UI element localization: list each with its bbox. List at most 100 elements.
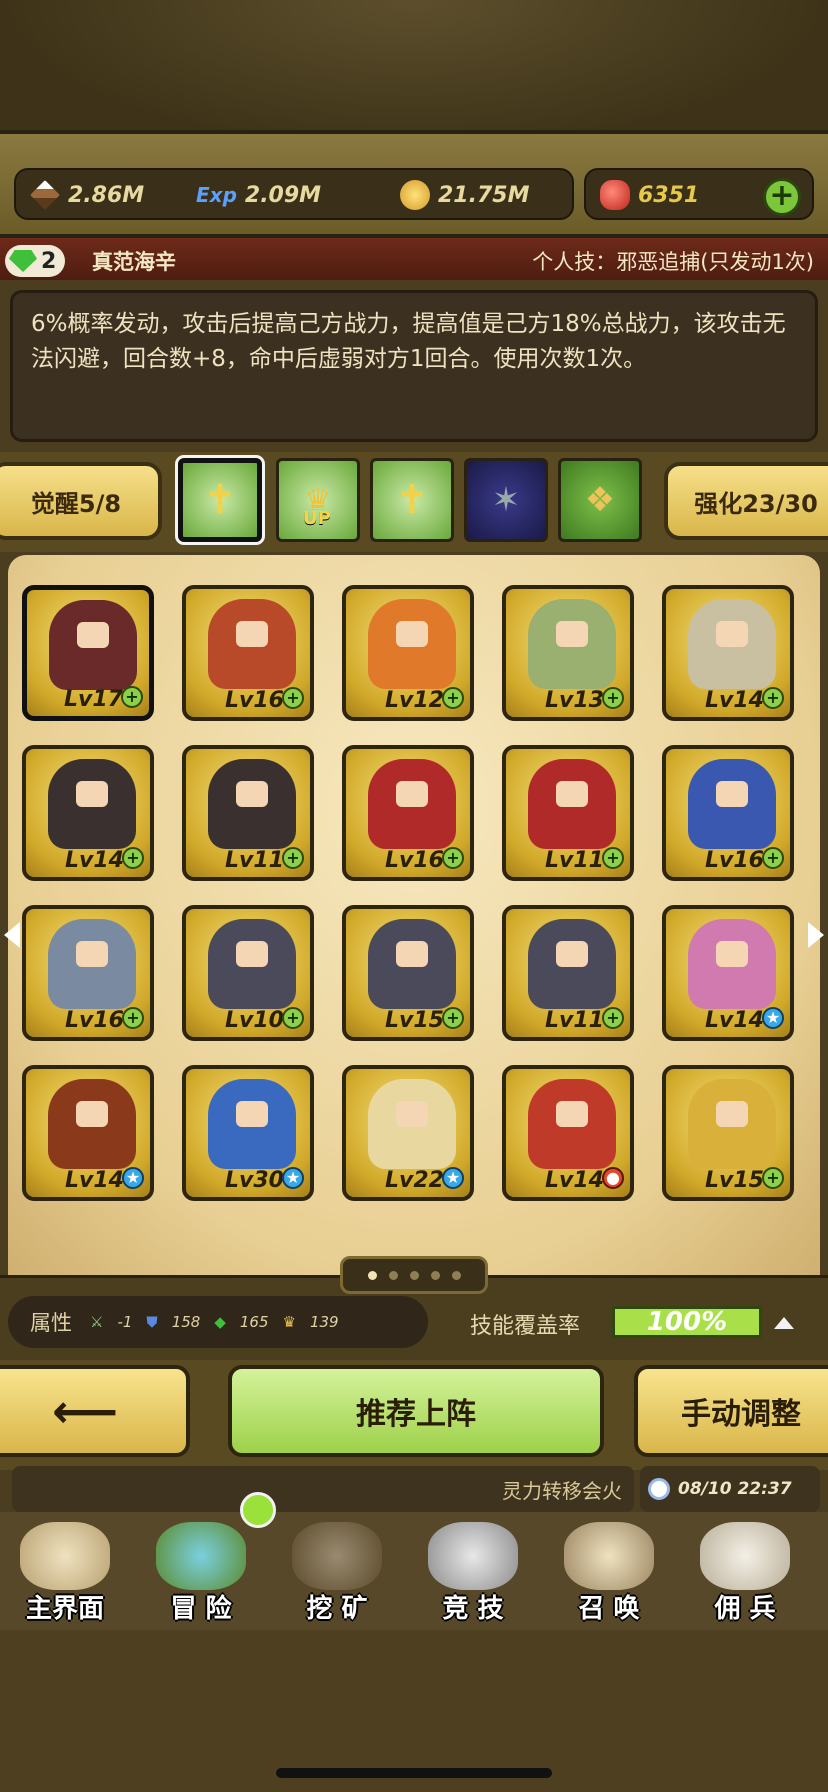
clock-time: 08/10 22:37 xyxy=(678,1479,792,1499)
awaken-slot-3[interactable]: ✝ xyxy=(370,458,454,542)
plus-badge-icon[interactable]: + xyxy=(282,847,304,869)
red-badge-icon[interactable]: ● xyxy=(602,1167,624,1189)
page-dot[interactable] xyxy=(451,1270,461,1280)
plus-badge-icon[interactable]: + xyxy=(602,687,624,709)
hero-level: Lv14 xyxy=(545,1168,604,1193)
plus-badge-icon[interactable]: + xyxy=(762,1167,784,1189)
hero-level: Lv13 xyxy=(545,688,604,713)
hero-card[interactable]: Lv22 ★ xyxy=(342,1065,474,1201)
shield-icon: ⛊ xyxy=(146,1313,158,1331)
hero-level: Lv16 xyxy=(225,688,284,713)
nav-arena[interactable]: 竞 技 xyxy=(412,1518,534,1628)
hero-card[interactable]: Lv11 + xyxy=(502,905,634,1041)
hero-portrait xyxy=(48,1079,136,1169)
hero-portrait xyxy=(688,919,776,1009)
hero-card[interactable]: Lv11 + xyxy=(502,745,634,881)
nav-summon[interactable]: 召 唤 xyxy=(548,1518,670,1628)
hero-portrait xyxy=(49,600,137,690)
hero-portrait xyxy=(368,759,456,849)
hero-card[interactable]: Lv14 + xyxy=(22,745,154,881)
hero-card[interactable]: Lv15 + xyxy=(662,1065,794,1201)
gem-attr-icon: ◆ xyxy=(214,1313,226,1331)
star-badge-icon[interactable]: ★ xyxy=(442,1167,464,1189)
hero-portrait xyxy=(688,759,776,849)
awaken-button[interactable]: 觉醒5/8 xyxy=(0,462,162,540)
plus-badge-icon[interactable]: + xyxy=(602,1007,624,1029)
awaken-slot-2[interactable]: ♛ UP xyxy=(276,458,360,542)
awaken-slot-4[interactable]: ✶ xyxy=(464,458,548,542)
page-dot[interactable] xyxy=(409,1270,419,1280)
hero-level: Lv14 xyxy=(65,1168,124,1193)
plus-badge-icon[interactable]: + xyxy=(442,847,464,869)
hero-level: Lv11 xyxy=(545,1008,604,1033)
hero-portrait xyxy=(528,599,616,689)
star-badge-icon[interactable]: ★ xyxy=(122,1167,144,1189)
weapon-attr-icon: ⚔ xyxy=(90,1313,104,1331)
hero-level: Lv12 xyxy=(385,688,444,713)
hero-card[interactable]: Lv11 + xyxy=(182,745,314,881)
star-badge-icon[interactable]: ★ xyxy=(762,1007,784,1029)
pickaxe-icon xyxy=(292,1522,382,1590)
tent-icon xyxy=(700,1522,790,1590)
hero-card[interactable]: Lv16 + xyxy=(22,905,154,1041)
hero-card[interactable]: Lv10 + xyxy=(182,905,314,1041)
crown-icon: ♛ xyxy=(282,1313,296,1331)
enhance-button[interactable]: 强化23/30 xyxy=(664,462,828,540)
nav-mercenary[interactable]: 佣 兵 xyxy=(684,1518,806,1628)
skill-title: 个人技：邪恶追捕(只发动1次) xyxy=(532,250,814,274)
top-background xyxy=(0,0,828,150)
plus-badge-icon[interactable]: + xyxy=(602,847,624,869)
plus-badge-icon[interactable]: + xyxy=(282,687,304,709)
gold-value: 21.75M xyxy=(438,182,530,208)
gun-icon: ✶ xyxy=(491,480,521,520)
awaken-slot-5[interactable]: ❖ xyxy=(558,458,642,542)
page-dot[interactable] xyxy=(388,1270,398,1280)
hero-card[interactable]: Lv15 + xyxy=(342,905,474,1041)
plus-badge-icon[interactable]: + xyxy=(762,687,784,709)
plus-badge-icon[interactable]: + xyxy=(122,847,144,869)
back-button[interactable]: ⟵ xyxy=(0,1365,190,1457)
hero-card[interactable]: Lv16 + xyxy=(182,585,314,721)
cross-handshake-icon: ✝ xyxy=(395,477,429,523)
nav-mining[interactable]: 挖 矿 xyxy=(276,1518,398,1628)
plus-badge-icon[interactable]: + xyxy=(121,686,143,708)
hero-card[interactable]: Lv14 ★ xyxy=(662,905,794,1041)
up-text: UP xyxy=(303,508,331,529)
nav-label: 召 唤 xyxy=(578,1594,640,1624)
hero-level: Lv15 xyxy=(705,1168,764,1193)
hero-level: Lv30 xyxy=(225,1168,284,1193)
nav-main[interactable]: 主界面 xyxy=(4,1518,126,1628)
green-gem-icon xyxy=(9,250,37,272)
page-dot-active[interactable] xyxy=(367,1270,377,1280)
star-badge-icon[interactable]: ★ xyxy=(282,1167,304,1189)
hero-portrait xyxy=(368,599,456,689)
nav-adventure[interactable]: 冒 险 xyxy=(140,1518,262,1628)
hero-card[interactable]: Lv16 + xyxy=(662,745,794,881)
ruby-currency: 6351 xyxy=(600,180,699,210)
plus-badge-icon[interactable]: + xyxy=(442,1007,464,1029)
add-ruby-button[interactable]: + xyxy=(763,178,801,216)
hero-card[interactable]: Lv14 ● xyxy=(502,1065,634,1201)
hero-portrait xyxy=(368,919,456,1009)
hero-portrait xyxy=(368,1079,456,1169)
manual-adjust-button[interactable]: 手动调整 xyxy=(634,1365,828,1457)
plus-badge-icon[interactable]: + xyxy=(762,847,784,869)
hero-card[interactable]: Lv14 + xyxy=(662,585,794,721)
hero-card[interactable]: Lv16 + xyxy=(342,745,474,881)
hero-card[interactable]: Lv17 + xyxy=(22,585,154,721)
home-indicator[interactable] xyxy=(276,1768,552,1778)
recommend-button[interactable]: 推荐上阵 xyxy=(228,1365,604,1457)
hero-card[interactable]: Lv12 + xyxy=(342,585,474,721)
plus-badge-icon[interactable]: + xyxy=(442,687,464,709)
hero-portrait xyxy=(528,919,616,1009)
plus-badge-icon[interactable]: + xyxy=(282,1007,304,1029)
awaken-slot-1[interactable]: ✝ xyxy=(175,455,265,545)
hero-card[interactable]: Lv13 + xyxy=(502,585,634,721)
hero-card[interactable]: Lv30 ★ xyxy=(182,1065,314,1201)
page-dot[interactable] xyxy=(430,1270,440,1280)
plus-badge-icon[interactable]: + xyxy=(122,1007,144,1029)
attr-value: -1 xyxy=(117,1313,133,1331)
hero-portrait xyxy=(208,599,296,689)
clock: 08/10 22:37 xyxy=(640,1466,820,1512)
hero-card[interactable]: Lv14 ★ xyxy=(22,1065,154,1201)
